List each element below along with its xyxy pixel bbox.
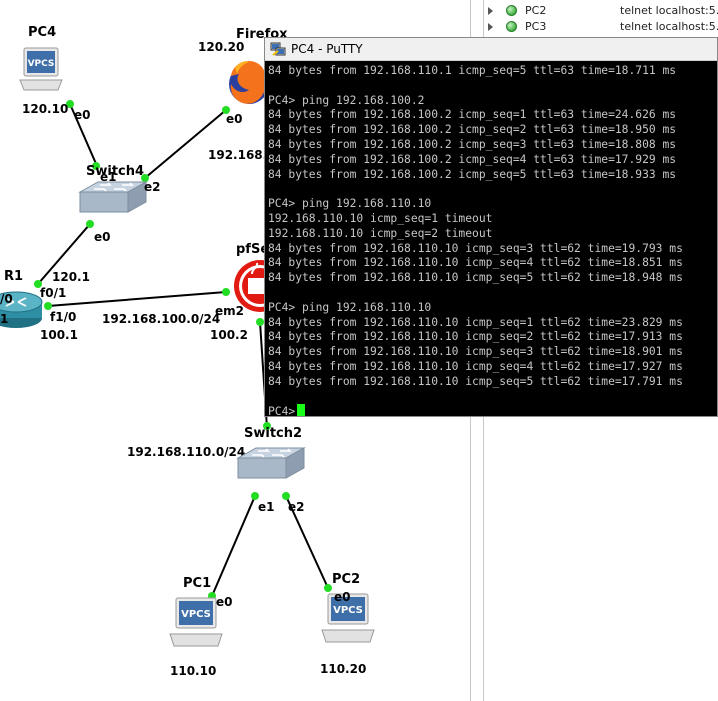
switch4-port-e1: e1 bbox=[100, 170, 117, 184]
switch2-icon[interactable] bbox=[236, 444, 306, 484]
status-started-icon bbox=[506, 5, 517, 16]
terminal-line: 84 bytes from 192.168.100.2 icmp_seq=1 t… bbox=[268, 108, 677, 122]
putty-title: PC4 - PuTTY bbox=[291, 42, 363, 56]
pc1-name: PC1 bbox=[183, 576, 212, 591]
link-switch2-pc1 bbox=[211, 495, 256, 597]
terminal-prompt-line[interactable]: PC4> bbox=[268, 404, 717, 416]
link-dot bbox=[86, 220, 94, 228]
terminal-line: 84 bytes from 192.168.110.10 icmp_seq=4 … bbox=[268, 256, 683, 270]
firefox-icon[interactable] bbox=[227, 54, 267, 112]
terminal-line: 84 bytes from 192.168.100.2 icmp_seq=5 t… bbox=[268, 167, 677, 181]
terminal-line: PC4> ping 192.168.110.10 bbox=[268, 197, 432, 211]
firefox-port: e0 bbox=[226, 112, 243, 126]
terminal-line: 84 bytes from 192.168.100.2 icmp_seq=2 t… bbox=[268, 123, 677, 137]
switch2-name: Switch2 bbox=[244, 426, 303, 441]
putty-app-icon bbox=[270, 42, 286, 56]
terminal-line: 84 bytes from 192.168.110.10 icmp_seq=4 … bbox=[268, 359, 683, 373]
network-100-label: 192.168.100.0/24 bbox=[102, 312, 221, 326]
pc4-name: PC4 bbox=[28, 25, 57, 40]
putty-titlebar[interactable]: PC4 - PuTTY bbox=[265, 38, 717, 61]
network-110-label: 192.168.110.0/24 bbox=[127, 445, 246, 459]
terminal-line: 84 bytes from 192.168.110.10 icmp_seq=3 … bbox=[268, 345, 683, 359]
device-name: PC3 bbox=[525, 20, 547, 33]
pc2-name: PC2 bbox=[332, 572, 361, 587]
pc1-vpcs-text: VPCS bbox=[181, 609, 211, 620]
pc2-vpcs-text: VPCS bbox=[333, 605, 363, 616]
pc1-port: e0 bbox=[216, 595, 233, 609]
status-started-icon bbox=[506, 21, 517, 32]
switch2-port-e2: e2 bbox=[288, 500, 305, 514]
terminal-line: 192.168.110.10 icmp_seq=2 timeout bbox=[268, 226, 493, 240]
pc2-ip: 110.20 bbox=[320, 662, 367, 676]
terminal-line: PC4> ping 192.168.100.2 bbox=[268, 93, 425, 107]
switch4-port-e2: e2 bbox=[144, 180, 161, 194]
expand-arrow-icon[interactable] bbox=[488, 23, 493, 31]
terminal-line: 84 bytes from 192.168.100.2 icmp_seq=3 t… bbox=[268, 137, 677, 151]
terminal-prompt: PC4> bbox=[268, 405, 296, 416]
pc4-port: e0 bbox=[74, 108, 91, 122]
putty-window[interactable]: PC4 - PuTTY 84 bytes from 192.168.110.1 … bbox=[264, 37, 718, 417]
terminal-line: 84 bytes from 192.168.110.10 icmp_seq=1 … bbox=[268, 315, 683, 329]
r1-port-left-bottom: 1 bbox=[0, 312, 9, 326]
terminal-output[interactable]: 84 bytes from 192.168.110.1 icmp_seq=5 t… bbox=[268, 64, 717, 416]
firefox-ip-bottom: 192.168. bbox=[208, 148, 268, 162]
switch2-port-e1: e1 bbox=[258, 500, 275, 514]
terminal-cursor bbox=[297, 404, 306, 416]
link-dot bbox=[324, 584, 332, 592]
terminal-line: 192.168.110.10 icmp_seq=1 timeout bbox=[268, 211, 493, 225]
expand-arrow-icon[interactable] bbox=[488, 7, 493, 15]
pc4-vpcs-text: VPCS bbox=[28, 59, 55, 69]
terminal-line: 84 bytes from 192.168.100.2 icmp_seq=4 t… bbox=[268, 152, 677, 166]
terminal-line: 84 bytes from 192.168.110.10 icmp_seq=5 … bbox=[268, 271, 683, 285]
terminal-line: 84 bytes from 192.168.110.10 icmp_seq=2 … bbox=[268, 330, 683, 344]
r1-ip-bottom: 100.1 bbox=[40, 328, 78, 342]
terminal-line: PC4> ping 192.168.110.10 bbox=[268, 300, 432, 314]
device-console: telnet localhost:5... bbox=[620, 20, 718, 33]
firefox-ip-top: 120.20 bbox=[198, 40, 245, 54]
link-dot bbox=[222, 288, 230, 296]
device-name: PC2 bbox=[525, 4, 547, 17]
r1-port-f10: f1/0 bbox=[50, 310, 77, 324]
pc4-ip: 120.10 bbox=[22, 102, 69, 116]
device-console: telnet localhost:5... bbox=[620, 4, 718, 17]
link-firefox-switch4 bbox=[144, 109, 227, 179]
link-dot bbox=[282, 492, 290, 500]
terminal-line: 84 bytes from 192.168.110.1 icmp_seq=5 t… bbox=[268, 64, 677, 77]
terminal-line: 84 bytes from 192.168.110.10 icmp_seq=5 … bbox=[268, 374, 683, 388]
pc1-ip: 110.10 bbox=[170, 664, 217, 678]
r1-name: R1 bbox=[4, 269, 24, 284]
r1-ip-top: 120.1 bbox=[52, 270, 90, 284]
pc4-vpcs-icon[interactable]: VPCS bbox=[18, 46, 64, 94]
switch4-port-e0: e0 bbox=[94, 230, 111, 244]
terminal-line: 84 bytes from 192.168.110.10 icmp_seq=3 … bbox=[268, 241, 683, 255]
r1-port-left-top: /0 bbox=[0, 292, 13, 306]
pfsense-ip: 100.2 bbox=[210, 328, 248, 342]
r1-port-f01: f0/1 bbox=[40, 286, 67, 300]
link-r1-pfsense bbox=[47, 291, 227, 307]
link-dot bbox=[251, 492, 259, 500]
pc2-port: e0 bbox=[334, 590, 351, 604]
